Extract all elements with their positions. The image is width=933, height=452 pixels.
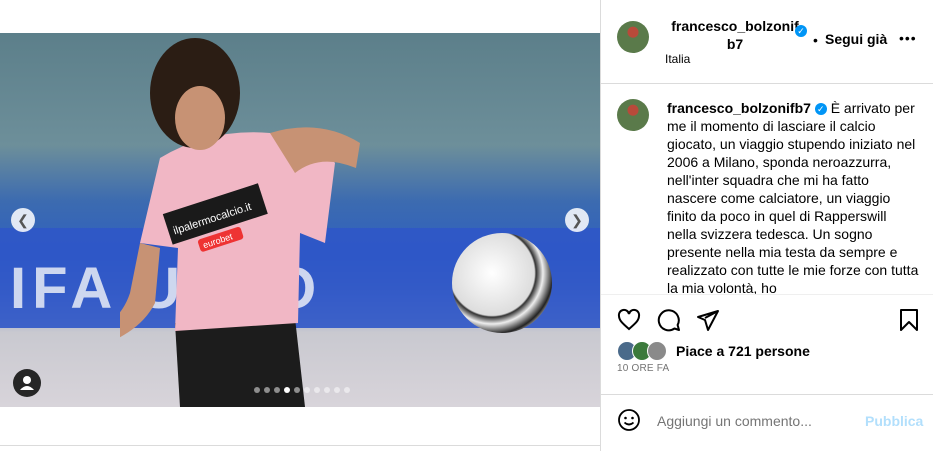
verified-badge-icon: ✓ <box>814 103 827 116</box>
carousel-dot <box>304 387 310 393</box>
carousel-dot-active <box>284 387 290 393</box>
football <box>452 233 552 333</box>
chevron-left-icon[interactable]: ❮ <box>11 208 35 232</box>
caption-text: francesco_bolzonifb7 ✓ È arrivato per me… <box>667 99 919 295</box>
header-username[interactable]: francesco_bolzonif b7 <box>665 17 805 53</box>
username-line-2[interactable]: b7 <box>665 35 805 53</box>
action-bar: Piace a 721 persone 10 ORE FA <box>601 295 933 405</box>
caption-section: francesco_bolzonifb7 ✓ È arrivato per me… <box>601 84 933 295</box>
share-icon[interactable] <box>696 308 720 332</box>
caption-username[interactable]: francesco_bolzonifb7 <box>667 100 811 116</box>
carousel-dot <box>314 387 320 393</box>
username-line-1[interactable]: francesco_bolzonif <box>665 17 805 35</box>
carousel-dot <box>344 387 350 393</box>
user-tag-icon[interactable] <box>13 369 41 397</box>
comment-icon[interactable] <box>657 308 681 332</box>
divider <box>0 445 600 446</box>
following-button[interactable]: Segui già <box>825 31 887 47</box>
post-location[interactable]: Italia <box>665 52 690 66</box>
post-media: IFA USTO ilpalermocalcio.it eurobet ❮ ❯ <box>0 0 601 451</box>
carousel-dot <box>294 387 300 393</box>
post-header: francesco_bolzonif b7 ✓ • Segui già ••• … <box>601 0 933 84</box>
liker-avatar[interactable] <box>647 341 667 361</box>
post-timestamp[interactable]: 10 ORE FA <box>617 363 669 374</box>
likes-count[interactable]: Piace a 721 persone <box>676 343 810 359</box>
avatar[interactable] <box>617 99 649 131</box>
caption-body: È arrivato per me il momento di lasciare… <box>667 100 919 295</box>
comment-box: Pubblica <box>601 394 933 452</box>
likes-row[interactable]: Piace a 721 persone <box>617 341 810 361</box>
emoji-icon[interactable] <box>617 408 641 432</box>
more-options-icon[interactable]: ••• <box>899 30 917 46</box>
carousel-dot <box>334 387 340 393</box>
verified-badge-icon: ✓ <box>795 25 807 37</box>
publish-button[interactable]: Pubblica <box>865 413 923 429</box>
carousel-indicator <box>254 387 350 393</box>
avatar[interactable] <box>617 21 649 53</box>
chevron-right-icon[interactable]: ❯ <box>565 208 589 232</box>
heart-icon[interactable] <box>617 308 641 332</box>
post-photo[interactable]: IFA USTO ilpalermocalcio.it eurobet <box>0 33 601 407</box>
carousel-dot <box>274 387 280 393</box>
bookmark-icon[interactable] <box>897 308 921 332</box>
dot-separator: • <box>813 32 818 48</box>
carousel-dot <box>264 387 270 393</box>
carousel-dot <box>254 387 260 393</box>
comment-input[interactable] <box>655 410 849 432</box>
carousel-dot <box>324 387 330 393</box>
football-player: ilpalermocalcio.it eurobet <box>120 38 360 407</box>
